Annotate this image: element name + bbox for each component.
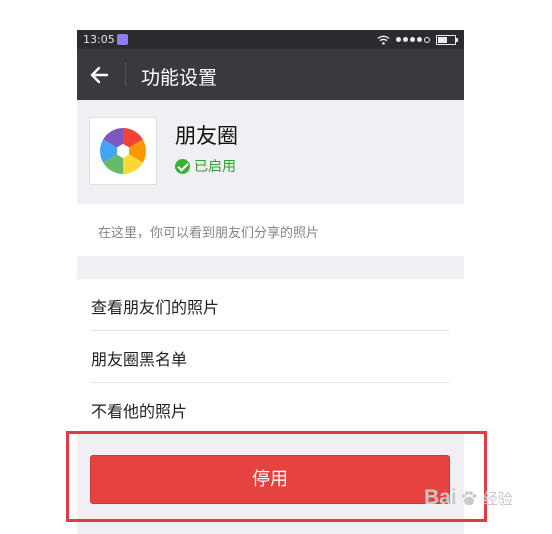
status-label: 已启用 — [194, 159, 236, 175]
status-indicators — [377, 32, 458, 47]
menu-item-label: 查看朋友们的照片 — [91, 298, 220, 317]
nav-bar: 功能设置 — [77, 49, 464, 100]
menu-item-blacklist[interactable]: 朋友圈黑名单 — [77, 331, 464, 382]
menu-item-label: 朋友圈黑名单 — [91, 350, 188, 369]
watermark-jingyan: 经验 — [482, 490, 513, 508]
plugin-name: 朋友圈 — [175, 124, 238, 148]
plugin-description: 在这里，你可以看到朋友们分享的照片 — [77, 204, 464, 256]
back-button[interactable] — [87, 62, 113, 88]
signal-icon — [396, 36, 430, 43]
moments-logo — [89, 117, 157, 185]
arrow-left-icon — [90, 66, 109, 84]
check-circle-icon — [175, 158, 190, 174]
settings-menu: 查看朋友们的照片 朋友圈黑名单 不看他的照片 — [77, 279, 464, 434]
wifi-icon — [377, 35, 390, 45]
aperture-icon — [100, 128, 146, 174]
status-badge: 已启用 — [175, 156, 236, 176]
battery-icon — [436, 34, 458, 45]
menu-item-hide-his-photos[interactable]: 不看他的照片 — [77, 383, 464, 434]
menu-item-view-friends-photos[interactable]: 查看朋友们的照片 — [77, 279, 464, 330]
paw-icon — [461, 491, 477, 506]
app-notification-icon — [117, 34, 128, 45]
status-time: 13:05 — [83, 33, 115, 46]
baidu-watermark: Bai 经验 — [424, 483, 550, 513]
plugin-header: 朋友圈 已启用 — [77, 100, 464, 204]
page-title: 功能设置 — [141, 67, 218, 89]
status-bar: 13:05 — [77, 30, 464, 49]
watermark-bai: Bai — [424, 486, 457, 509]
menu-item-label: 不看他的照片 — [91, 402, 188, 421]
description-text: 在这里，你可以看到朋友们分享的照片 — [98, 226, 320, 241]
nav-divider — [125, 63, 126, 86]
